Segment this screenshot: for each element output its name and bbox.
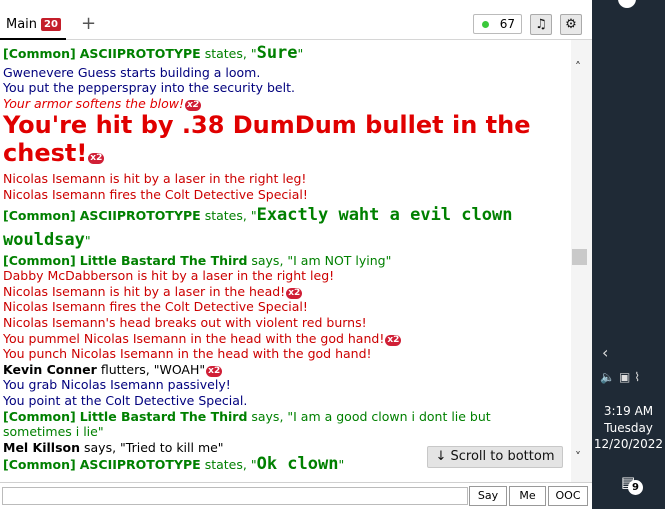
- speaker-name: ASCIIPROTOTYPE: [79, 46, 201, 61]
- message-text: You're hit by .38 DumDum bullet in the c…: [3, 111, 531, 168]
- ping-value: 67: [499, 17, 515, 31]
- music-note-icon: ♫: [535, 17, 547, 32]
- chat-message: Nicolas Isemann is hit by a laser in the…: [3, 284, 571, 300]
- chat-message: You put the pepperspray into the securit…: [3, 80, 295, 96]
- speech-text: Sure: [256, 43, 298, 63]
- speech-end: ": [338, 457, 345, 473]
- chat-message: [Common] ASCIIPROTOTYPE states, "Exactly…: [3, 203, 563, 253]
- speech-verb: states, ": [200, 46, 257, 61]
- channel-tag: [Common]: [3, 457, 76, 473]
- wifi-icon[interactable]: ⌇: [634, 370, 640, 384]
- chat-message: You punch Nicolas Isemann in the head wi…: [3, 346, 372, 362]
- emote-text: flutters, "WOAH": [96, 361, 206, 377]
- speaker-name: Kevin Conner: [3, 361, 97, 377]
- chat-message: [Common] Little Bastard The Third says, …: [3, 253, 571, 269]
- input-bar: Say Me OOC: [0, 482, 592, 510]
- chat-message: Nicolas Isemann fires the Colt Detective…: [3, 299, 308, 315]
- chat-message: Nicolas Isemann is hit by a laser in the…: [3, 171, 307, 187]
- repeat-badge: x2: [286, 287, 303, 299]
- notification-count: 9: [628, 480, 643, 495]
- chat-message: You point at the Colt Detective Special.: [3, 392, 248, 408]
- chat-message: Gwenevere Guess starts building a loom.: [3, 64, 261, 80]
- network-icon[interactable]: ▣: [619, 370, 630, 384]
- scroll-thumb[interactable]: [572, 249, 587, 265]
- settings-button[interactable]: ⚙: [560, 14, 582, 35]
- channel-tag: [Common]: [3, 207, 76, 223]
- clock-date[interactable]: 12/20/2022: [592, 437, 665, 451]
- chat-message: [Common] Little Bastard The Third says, …: [3, 409, 528, 440]
- tab-main[interactable]: Main 20: [0, 12, 66, 40]
- channel-tag: [Common]: [3, 408, 76, 424]
- chat-message: Dabby McDabberson is hit by a laser in t…: [3, 268, 335, 284]
- speaker-name: ASCIIPROTOTYPE: [79, 457, 201, 473]
- speech-verb: states, ": [200, 207, 257, 223]
- chat-message: Nicolas Isemann's head breaks out with v…: [3, 314, 367, 330]
- chat-message: Kevin Conner flutters, "WOAH" x2: [3, 362, 571, 378]
- chat-message: You pummel Nicolas Isemann in the head w…: [3, 331, 571, 347]
- chat-log[interactable]: [Common] ASCIIPROTOTYPE states, "Sure" G…: [0, 40, 571, 482]
- chat-scrollbar[interactable]: ˄ ˅: [571, 40, 592, 482]
- speaker-name: Mel Killson: [3, 439, 81, 455]
- speech-text: says, "I am a good clown i dont lie but …: [3, 408, 491, 440]
- clock-day[interactable]: Tuesday: [592, 421, 665, 435]
- scroll-up-icon[interactable]: ˄: [575, 60, 581, 74]
- chat-message: Your armor softens the blow! x2: [3, 96, 571, 112]
- me-button[interactable]: Me: [509, 486, 546, 506]
- music-button[interactable]: ♫: [530, 14, 552, 35]
- system-taskbar: ‹ 🔈 ▣ ⌇ 3:19 AM Tuesday 12/20/2022 ▤ 9: [592, 0, 665, 509]
- ooc-button[interactable]: OOC: [548, 486, 588, 506]
- clock-time[interactable]: 3:19 AM: [592, 404, 665, 418]
- speech-text: Ok clown: [256, 454, 339, 475]
- speech-text: says, "I am NOT lying": [247, 252, 392, 268]
- channel-tag: [Common]: [3, 252, 76, 268]
- chat-message: [Common] ASCIIPROTOTYPE states, "Sure": [3, 43, 571, 63]
- ping-status-icon: [482, 21, 489, 28]
- channel-tag: [Common]: [3, 46, 76, 61]
- tab-bar: Main 20 + 67 ♫ ⚙: [0, 0, 592, 40]
- chat-message: You grab Nicolas Isemann passively!: [3, 377, 231, 393]
- chat-message: You're hit by .38 DumDum bullet in the c…: [3, 111, 563, 167]
- gear-icon: ⚙: [565, 17, 577, 32]
- repeat-badge: x2: [385, 334, 402, 346]
- speaker-name: Little Bastard The Third: [79, 252, 248, 268]
- message-text: Nicolas Isemann is hit by a laser in the…: [3, 283, 286, 299]
- chevron-left-icon[interactable]: ‹: [602, 343, 608, 362]
- message-text: You pummel Nicolas Isemann in the head w…: [3, 330, 385, 346]
- speech-end: ": [84, 232, 91, 248]
- repeat-badge: x2: [88, 153, 105, 165]
- ping-indicator: 67: [473, 14, 522, 34]
- say-button[interactable]: Say: [469, 486, 507, 506]
- speech-text: says, "Tried to kill me": [80, 439, 224, 455]
- speaker-name: ASCIIPROTOTYPE: [79, 207, 201, 223]
- tab-main-label: Main: [6, 17, 38, 32]
- system-tray: 🔈 ▣ ⌇: [600, 370, 644, 384]
- unread-badge: 20: [41, 18, 61, 31]
- repeat-badge: x2: [185, 99, 202, 111]
- scroll-to-bottom-button[interactable]: ↓ Scroll to bottom: [427, 446, 563, 468]
- app-icon[interactable]: [618, 0, 636, 8]
- speech-verb: states, ": [200, 457, 257, 473]
- chat-message: Nicolas Isemann fires the Colt Detective…: [3, 186, 308, 202]
- repeat-badge: x2: [206, 365, 223, 377]
- add-tab-button[interactable]: +: [81, 12, 96, 36]
- speaker-icon[interactable]: 🔈: [600, 370, 615, 384]
- speech-end: ": [297, 46, 304, 61]
- message-text: Your armor softens the blow!: [3, 95, 185, 111]
- speaker-name: Little Bastard The Third: [79, 408, 248, 424]
- scroll-down-icon[interactable]: ˅: [575, 450, 581, 464]
- chat-input[interactable]: [2, 487, 468, 505]
